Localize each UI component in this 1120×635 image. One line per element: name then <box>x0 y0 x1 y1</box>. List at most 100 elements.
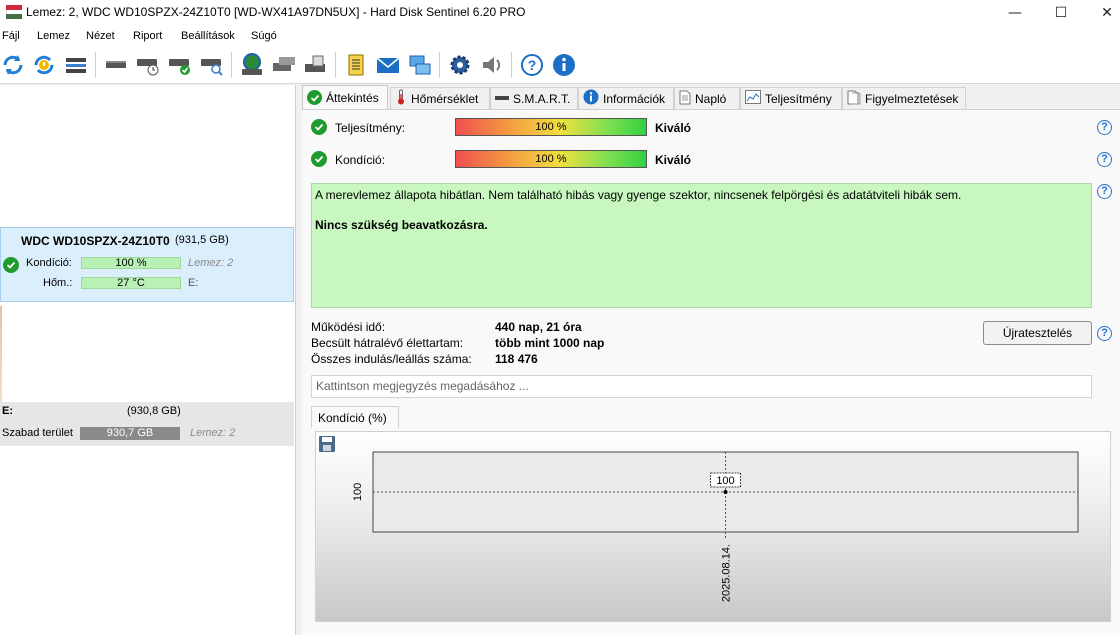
title-bar: Lemez: 2, WDC WD10SPZX-24Z10T0 [WD-WX41A… <box>0 0 1120 26</box>
help-icon[interactable]: ? <box>519 52 545 78</box>
toolbar-separator <box>231 52 232 78</box>
window-title: Lemez: 2, WDC WD10SPZX-24Z10T0 [WD-WX41A… <box>26 5 526 19</box>
data-label: 100 <box>716 475 734 487</box>
uptime-value: 440 nap, 21 óra <box>495 320 582 334</box>
svg-text:?: ? <box>528 57 537 73</box>
help-icon[interactable]: ? <box>1097 326 1112 341</box>
partition-graph <box>0 306 294 402</box>
network-icon[interactable] <box>407 52 433 78</box>
drive-letter: E: <box>188 277 199 289</box>
status-text: A merevlemez állapota hibátlan. Nem talá… <box>315 188 962 202</box>
menu-view[interactable]: Nézet <box>86 30 115 42</box>
close-button[interactable]: ✕ <box>1084 0 1120 26</box>
performance-rating: Kiváló <box>655 121 692 135</box>
data-point <box>723 490 728 494</box>
toolbar-separator <box>511 52 512 78</box>
menu-help[interactable]: Súgó <box>251 30 277 42</box>
thermometer-icon <box>395 89 407 108</box>
disk-list-item[interactable]: WDC WD10SPZX-24Z10T0 (931,5 GB) Kondíció… <box>0 227 294 302</box>
condition-label: Kondíció: <box>26 257 72 269</box>
disk-transfer-icon[interactable] <box>271 52 297 78</box>
globe-disk-icon[interactable] <box>239 52 265 78</box>
maximize-button[interactable]: ☐ <box>1038 0 1084 26</box>
toolbar-separator <box>439 52 440 78</box>
partition-item[interactable]: E: (930,8 GB) Szabad terület 930,7 GB Le… <box>0 402 294 446</box>
partition-disk-ref: Lemez: 2 <box>190 427 236 439</box>
help-icon[interactable]: ? <box>1097 184 1112 199</box>
info-icon[interactable] <box>551 52 577 78</box>
disk-icon[interactable] <box>103 52 129 78</box>
free-space-label: Szabad terület <box>2 427 73 439</box>
tab-label: Áttekintés <box>326 90 379 105</box>
tab-temperature[interactable]: Hőmérséklet <box>390 87 490 109</box>
menu-file[interactable]: Fájl <box>2 30 20 42</box>
help-icon[interactable]: ? <box>1097 120 1112 135</box>
refresh-icon[interactable] <box>0 52 26 78</box>
menu-disk[interactable]: Lemez <box>37 30 70 42</box>
app-flag-icon <box>6 5 22 19</box>
health-rating: Kiváló <box>655 153 692 167</box>
tab-label: Figyelmeztetések <box>865 91 959 106</box>
condition-bar: 100 % <box>81 257 181 269</box>
performance-chart-icon <box>745 90 761 107</box>
disk-name: WDC WD10SPZX-24Z10T0 <box>21 234 170 248</box>
lifetime-value: több mint 1000 nap <box>495 336 605 350</box>
disk-list-panel: WDC WD10SPZX-24Z10T0 (931,5 GB) Kondíció… <box>0 85 296 635</box>
condition-chart: 100 2025.08.14. 100 <box>352 451 1079 602</box>
free-space-bar: 930,7 GB <box>80 427 180 440</box>
menu-settings[interactable]: Beállítások <box>181 30 235 42</box>
settings-icon[interactable] <box>447 52 473 78</box>
tab-condition-chart[interactable]: Kondíció (%) <box>311 406 399 428</box>
toolbar-separator <box>95 52 96 78</box>
menu-bar: Fájl Lemez Nézet Riport Beállítások Súgó <box>0 26 1120 46</box>
speaker-icon[interactable] <box>479 52 505 78</box>
uptime-label: Működési idő: <box>311 320 386 334</box>
disk-test-icon[interactable] <box>303 52 329 78</box>
disk-list-icon[interactable] <box>63 52 89 78</box>
disk-ref-label: Lemez: 2 <box>188 257 234 269</box>
tab-log[interactable]: Napló <box>674 87 740 109</box>
disk-ok-icon[interactable] <box>167 52 193 78</box>
menu-report[interactable]: Riport <box>133 30 162 42</box>
alerts-document-icon <box>847 90 861 108</box>
tab-alerts[interactable]: Figyelmeztetések <box>842 87 966 109</box>
tab-label: S.M.A.R.T. <box>513 91 571 106</box>
partition-graph-edge <box>0 306 2 402</box>
retest-button[interactable]: Újratesztelés <box>983 321 1092 345</box>
status-action: Nincs szükség beavatkozásra. <box>315 218 488 232</box>
performance-ok-icon <box>311 119 327 135</box>
toolbar-separator <box>335 52 336 78</box>
health-ok-icon <box>311 151 327 167</box>
disk-search-icon[interactable] <box>199 52 225 78</box>
help-icon[interactable]: ? <box>1097 152 1112 167</box>
partition-letter: E: <box>2 405 13 417</box>
info-icon <box>583 89 599 108</box>
document-icon <box>679 90 691 108</box>
tab-label: Teljesítmény <box>765 91 832 106</box>
performance-label: Teljesítmény: <box>335 121 406 135</box>
check-icon <box>3 257 19 273</box>
tab-smart[interactable]: S.M.A.R.T. <box>490 87 578 109</box>
minimize-button[interactable]: — <box>992 0 1038 26</box>
tab-label: Információk <box>603 91 666 106</box>
check-icon <box>307 90 322 105</box>
remark-input[interactable]: Kattintson megjegyzés megadásához ... <box>311 375 1092 398</box>
temperature-label: Hőm.: <box>43 277 73 289</box>
start-stop-label: Összes indulás/leállás száma: <box>311 352 472 366</box>
email-icon[interactable] <box>375 52 401 78</box>
tab-overview[interactable]: Áttekintés <box>302 85 388 109</box>
disk-clock-icon[interactable] <box>135 52 161 78</box>
tab-information[interactable]: Információk <box>578 87 674 109</box>
tab-bar: Áttekintés Hőmérséklet S.M.A.R.T. Inform… <box>302 85 1120 109</box>
health-meter: 100 % <box>455 150 647 168</box>
health-label: Kondíció: <box>335 153 386 167</box>
report-icon[interactable] <box>343 52 369 78</box>
refresh-warning-icon[interactable] <box>31 52 57 78</box>
partition-size: (930,8 GB) <box>127 405 181 417</box>
tab-label: Napló <box>695 91 727 106</box>
tab-label: Hőmérséklet <box>411 91 479 106</box>
temperature-bar: 27 °C <box>81 277 181 289</box>
performance-meter: 100 % <box>455 118 647 136</box>
status-description: A merevlemez állapota hibátlan. Nem talá… <box>311 183 1092 308</box>
tab-performance[interactable]: Teljesítmény <box>740 87 842 109</box>
